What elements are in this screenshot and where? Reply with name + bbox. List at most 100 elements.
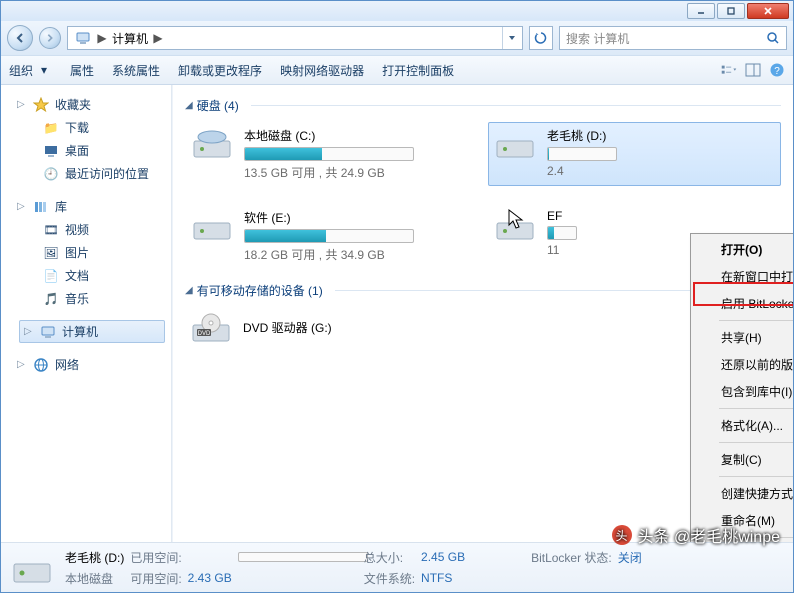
toolbar-properties[interactable]: 属性 (70, 62, 94, 79)
status-subtitle: 本地磁盘 (65, 570, 124, 587)
cursor-icon (508, 209, 526, 231)
drive-name: EF (547, 209, 776, 223)
status-used-label: 已用空间: (130, 549, 181, 566)
ctx-create-shortcut[interactable]: 创建快捷方式(S) (693, 480, 793, 507)
status-avail-value: 2.43 GB (188, 571, 232, 585)
context-menu: 打开(O) 在新窗口中打开(E) 启用 BitLocker(B)... 共享(H… (690, 233, 793, 542)
sidebar-downloads[interactable]: 📁下载 (13, 116, 171, 139)
sidebar-documents[interactable]: 📄文档 (13, 264, 171, 287)
drive-c[interactable]: 本地磁盘 (C:) 13.5 GB 可用 , 共 24.9 GB (185, 122, 478, 186)
chevron-icon: ▷ (17, 99, 27, 110)
status-total-value: 2.45 GB (421, 550, 465, 564)
breadcrumb-sep2[interactable]: ▶ (152, 31, 164, 45)
refresh-button[interactable] (529, 26, 553, 50)
usage-bar (244, 147, 414, 161)
chevron-icon: ▷ (17, 359, 27, 370)
status-avail-label: 可用空间: (130, 570, 181, 587)
group-hdd[interactable]: ◢ 硬盘 (4) (185, 97, 781, 114)
status-bitlocker-value: 关闭 (618, 549, 642, 566)
collapse-icon: ◢ (185, 100, 193, 111)
usage-bar (547, 226, 577, 240)
drive-icon (11, 548, 53, 588)
sidebar-recent[interactable]: 🕘最近访问的位置 (13, 162, 171, 185)
sidebar-videos[interactable]: 🎞视频 (13, 218, 171, 241)
status-fs-label: 文件系统: (364, 570, 415, 587)
address-dropdown[interactable] (502, 27, 520, 49)
drive-sub: 13.5 GB 可用 , 共 24.9 GB (244, 164, 473, 181)
content-area: ◢ 硬盘 (4) 本地磁盘 (C:) 13.5 GB 可用 , 共 24.9 G… (172, 85, 793, 542)
drive-name: 软件 (E:) (244, 209, 473, 226)
ctx-separator (719, 442, 793, 443)
sidebar: ▷ 收藏夹 📁下载 桌面 🕘最近访问的位置 ▷ 库 🎞视频 🖼图片 📄文档 🎵音… (1, 85, 171, 542)
computer-icon (74, 29, 92, 47)
status-fs-value: NTFS (421, 571, 465, 585)
nav-row: ▶ 计算机 ▶ 搜索 计算机 (1, 21, 793, 55)
body: ▷ 收藏夹 📁下载 桌面 🕘最近访问的位置 ▷ 库 🎞视频 🖼图片 📄文档 🎵音… (1, 85, 793, 542)
svg-text:DVD: DVD (198, 331, 211, 337)
maximize-button[interactable] (717, 3, 745, 19)
sidebar-pictures[interactable]: 🖼图片 (13, 241, 171, 264)
status-total-label: 总大小: (364, 549, 415, 566)
close-button[interactable] (747, 3, 789, 19)
nav-forward-button[interactable] (39, 27, 61, 49)
sidebar-libraries[interactable]: ▷ 库 (13, 195, 171, 218)
drive-d[interactable]: 老毛桃 (D:) 2.4 (488, 122, 781, 186)
drive-sub: 18.2 GB 可用 , 共 34.9 GB (244, 246, 473, 263)
video-icon: 🎞 (43, 222, 59, 238)
minimize-button[interactable] (687, 3, 715, 19)
drive-icon (190, 209, 234, 245)
nav-back-button[interactable] (7, 25, 33, 51)
titlebar (1, 1, 793, 21)
sidebar-desktop[interactable]: 桌面 (13, 139, 171, 162)
address-bar[interactable]: ▶ 计算机 ▶ (67, 26, 523, 50)
usage-bar (547, 147, 617, 161)
network-icon (33, 357, 49, 373)
computer-icon (40, 324, 56, 340)
sidebar-favorites[interactable]: ▷ 收藏夹 (13, 93, 171, 116)
drive-name: DVD 驱动器 (G:) (243, 319, 332, 336)
search-input[interactable]: 搜索 计算机 (559, 26, 787, 50)
help-icon[interactable]: ? (769, 62, 785, 78)
sidebar-network[interactable]: ▷ 网络 (13, 353, 171, 376)
drive-name: 老毛桃 (D:) (547, 127, 776, 144)
preview-pane-icon[interactable] (745, 62, 761, 78)
dvd-icon: DVD (189, 311, 233, 347)
ctx-include-library[interactable]: 包含到库中(I)▶ (693, 378, 793, 405)
toolbar-sys-properties[interactable]: 系统属性 (112, 62, 160, 79)
ctx-format[interactable]: 格式化(A)... (693, 412, 793, 439)
ctx-open-new-window[interactable]: 在新窗口中打开(E) (693, 263, 793, 290)
svg-text:?: ? (774, 66, 780, 77)
sidebar-music[interactable]: 🎵音乐 (13, 287, 171, 310)
toolbar-control-panel[interactable]: 打开控制面板 (382, 62, 454, 79)
toolbar-uninstall[interactable]: 卸载或更改程序 (178, 62, 262, 79)
toolbar-organize[interactable]: 组织▾ (9, 62, 52, 79)
search-placeholder: 搜索 计算机 (566, 30, 629, 47)
breadcrumb-computer[interactable]: 计算机 (108, 30, 152, 47)
picture-icon: 🖼 (43, 245, 59, 261)
ctx-restore-versions[interactable]: 还原以前的版本(V) (693, 351, 793, 378)
ctx-copy[interactable]: 复制(C) (693, 446, 793, 473)
ctx-separator (719, 476, 793, 477)
status-bar: 老毛桃 (D:) 已用空间: 总大小: 2.45 GB BitLocker 状态… (1, 542, 793, 592)
status-used-bar (238, 552, 368, 562)
sidebar-computer[interactable]: ▷ 计算机 (19, 320, 165, 343)
ctx-enable-bitlocker[interactable]: 启用 BitLocker(B)... (693, 290, 793, 317)
usage-bar (244, 229, 414, 243)
folder-icon: 📁 (43, 120, 59, 136)
chevron-icon: ▷ (24, 326, 34, 337)
library-icon (33, 199, 49, 215)
toolbar-map-drive[interactable]: 映射网络驱动器 (280, 62, 364, 79)
ctx-open[interactable]: 打开(O) (693, 236, 793, 263)
music-icon: 🎵 (43, 291, 59, 307)
search-icon (766, 31, 780, 45)
ctx-share[interactable]: 共享(H)▶ (693, 324, 793, 351)
chevron-icon: ▷ (17, 201, 27, 212)
drive-e[interactable]: 软件 (E:) 18.2 GB 可用 , 共 34.9 GB (185, 204, 478, 268)
drive-name: 本地磁盘 (C:) (244, 127, 473, 144)
collapse-icon: ◢ (185, 285, 193, 296)
desktop-icon (43, 143, 59, 159)
toolbar: 组织▾ 属性 系统属性 卸载或更改程序 映射网络驱动器 打开控制面板 ? (1, 55, 793, 85)
view-options-icon[interactable] (721, 62, 737, 78)
document-icon: 📄 (43, 268, 59, 284)
ctx-separator (719, 320, 793, 321)
